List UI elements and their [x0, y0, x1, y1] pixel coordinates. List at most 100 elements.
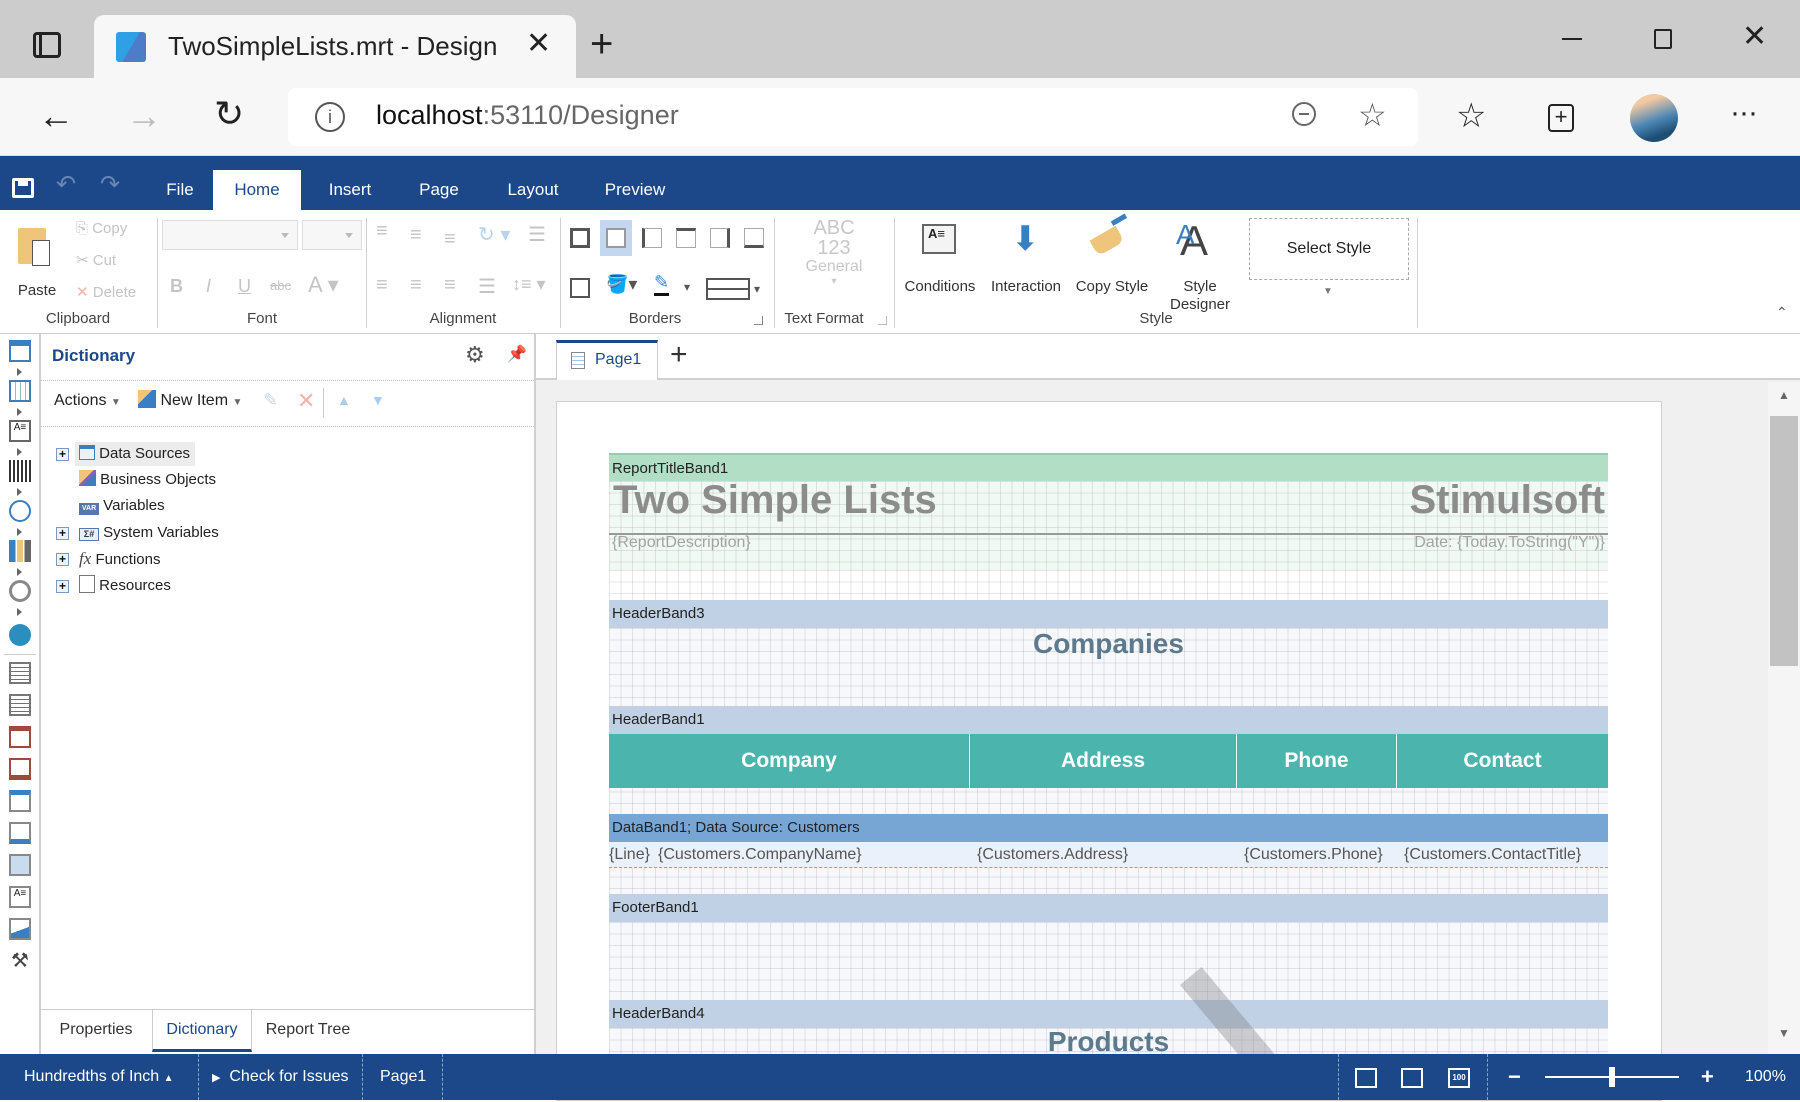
header-band-1-header[interactable]: HeaderBand1 [609, 706, 1608, 734]
select-style-chevron-icon[interactable]: ▼ [1323, 286, 1333, 297]
add-favorite-icon[interactable]: ☆ [1358, 96, 1387, 134]
header-band-4-header[interactable]: HeaderBand4 [609, 1000, 1608, 1028]
fit-height-icon[interactable] [1401, 1068, 1423, 1088]
expand-data-sources-icon[interactable]: + [56, 448, 69, 461]
font-name-select[interactable] [162, 220, 298, 250]
address-bar[interactable]: i localhost:53110/Designer ☆ [288, 88, 1418, 146]
bottom-border-icon[interactable] [744, 228, 764, 248]
tab-insert[interactable]: Insert [310, 170, 390, 210]
actions-menu-button[interactable]: Actions ▼ [54, 392, 121, 410]
tab-file[interactable]: File [148, 170, 212, 210]
refresh-icon[interactable]: ↻ [214, 96, 244, 132]
more-icon[interactable]: ··· [1730, 96, 1758, 130]
expand-system-variables-icon[interactable]: + [56, 527, 69, 540]
tree-item-data-sources[interactable]: Data Sources [75, 442, 195, 466]
cross-bands-icon[interactable] [9, 380, 31, 402]
move-up-icon[interactable]: ▲ [337, 392, 351, 408]
align-bottom-icon[interactable]: ≡ [444, 228, 456, 251]
footer-band-icon[interactable] [9, 822, 31, 844]
tab-page[interactable]: Page [400, 170, 478, 210]
tree-item-functions[interactable]: fx Functions [79, 547, 161, 571]
shapes-icon[interactable] [9, 500, 31, 522]
page-footer-icon[interactable] [9, 694, 31, 716]
expand-resources-icon[interactable]: + [56, 580, 69, 593]
browser-tab[interactable]: TwoSimpleLists.mrt - Designer [T ✕ [94, 15, 576, 80]
address-cell[interactable]: {Customers.Address} [977, 842, 1128, 868]
data-band-1-header[interactable]: DataBand1; Data Source: Customers [609, 814, 1608, 842]
strikethrough-icon[interactable]: abc [270, 278, 291, 293]
check-issues-button[interactable]: ▶ Check for Issues [212, 1054, 349, 1100]
fill-color-icon[interactable]: 🪣▾ [606, 274, 637, 295]
site-info-icon[interactable]: i [315, 102, 345, 132]
bold-icon[interactable]: B [170, 276, 183, 297]
zoom-slider-thumb[interactable] [1609, 1067, 1615, 1087]
brand-text[interactable]: Stimulsoft [1380, 478, 1605, 523]
word-wrap-icon[interactable]: ☰ [528, 222, 546, 247]
new-tab-icon[interactable]: + [590, 24, 613, 64]
copy-style-button[interactable]: Copy Style [1070, 213, 1154, 302]
close-tab-icon[interactable]: ✕ [526, 29, 551, 59]
zoom-out-icon[interactable] [1292, 102, 1316, 126]
group-footer-icon[interactable] [9, 758, 31, 780]
align-top-icon[interactable]: ≡ [376, 220, 388, 243]
image-icon[interactable] [9, 918, 31, 940]
paste-button[interactable]: Paste [12, 224, 62, 304]
tab-report-tree[interactable]: Report Tree [253, 1010, 363, 1052]
align-left-icon[interactable]: ≡ [376, 274, 388, 297]
close-window-icon[interactable]: ✕ [1742, 22, 1767, 52]
edit-icon[interactable]: ✎ [263, 390, 278, 411]
bands-icon[interactable] [9, 340, 31, 362]
justify-icon[interactable]: ☰ [478, 274, 496, 299]
underline-icon[interactable]: U [238, 276, 251, 297]
profile-avatar[interactable] [1630, 94, 1678, 142]
zoom-out-button[interactable]: − [1508, 1064, 1521, 1090]
footer-band-1-header[interactable]: FooterBand1 [609, 894, 1608, 922]
tree-item-resources[interactable]: Resources [79, 574, 171, 598]
rotate-icon[interactable]: ↻ ▾ [478, 222, 510, 247]
tree-item-business-objects[interactable]: Business Objects [79, 468, 216, 492]
scroll-thumb[interactable] [1770, 416, 1798, 666]
italic-icon[interactable]: I [206, 276, 211, 297]
save-icon[interactable] [12, 178, 34, 198]
text-format-button[interactable]: ABC 123 General ▾ [790, 218, 878, 298]
charts-icon[interactable] [9, 540, 31, 562]
line-spacing-icon[interactable]: ↕≡ ▾ [512, 274, 546, 295]
current-page-label[interactable]: Page1 [380, 1054, 426, 1100]
text-icon[interactable]: A≡ [9, 886, 31, 908]
align-middle-icon[interactable]: ≡ [410, 224, 422, 247]
border-style-icon[interactable] [706, 278, 750, 300]
group-header-icon[interactable] [9, 726, 31, 748]
column-header-phone[interactable]: Phone [1237, 734, 1397, 788]
conditions-button[interactable]: A≡ Conditions [900, 222, 980, 302]
back-icon[interactable]: ← [38, 98, 74, 134]
font-size-select[interactable] [302, 220, 362, 250]
gauges-icon[interactable] [9, 580, 31, 602]
delete-button[interactable]: ✕ Delete [76, 284, 136, 302]
actual-size-icon[interactable]: 100 [1448, 1068, 1470, 1088]
barcode-icon[interactable] [9, 460, 31, 482]
align-center-icon[interactable]: ≡ [410, 274, 422, 297]
left-border-icon[interactable] [642, 228, 662, 248]
tab-properties[interactable]: Properties [41, 1010, 151, 1052]
forward-icon[interactable]: → [126, 98, 162, 134]
align-right-icon[interactable]: ≡ [444, 274, 456, 297]
top-border-icon[interactable] [676, 228, 696, 248]
pin-icon[interactable]: 📌 [507, 344, 527, 364]
interaction-button[interactable]: ⬇ Interaction [985, 222, 1067, 302]
collapse-ribbon-icon[interactable]: ⌃ [1776, 304, 1788, 321]
copy-button[interactable]: ⎘ Copy [76, 220, 127, 238]
favorites-icon[interactable]: ☆ [1456, 96, 1486, 136]
fit-width-icon[interactable] [1355, 1068, 1377, 1088]
select-style-dropdown[interactable]: Select Style [1249, 218, 1409, 280]
undo-icon[interactable]: ↶ [56, 170, 76, 199]
move-down-icon[interactable]: ▼ [371, 392, 385, 408]
cut-button[interactable]: ✂ Cut [76, 252, 116, 270]
tab-actions-icon[interactable] [33, 32, 61, 58]
column-header-company[interactable]: Company [609, 734, 970, 788]
font-color-icon[interactable]: A ▾ [308, 272, 339, 298]
components-icon[interactable]: A≡ [9, 420, 31, 442]
contact-title-cell[interactable]: {Customers.ContactTitle} [1404, 842, 1581, 868]
report-description-text[interactable]: {ReportDescription} [612, 534, 751, 552]
column-header-contact[interactable]: Contact [1397, 734, 1608, 788]
maximize-icon[interactable] [1654, 29, 1672, 49]
